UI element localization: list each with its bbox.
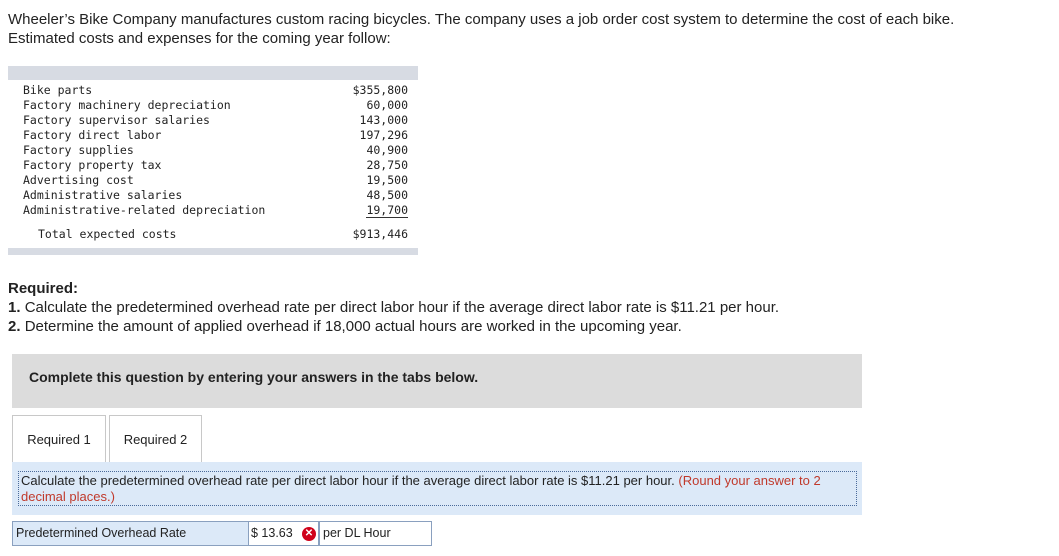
required-item-number: 2. [8, 318, 21, 335]
required-item-number: 1. [8, 299, 21, 316]
cost-value: 48,500 [366, 188, 408, 202]
cost-label: Administrative-related depreciation [23, 203, 266, 217]
instructions-banner: Complete this question by entering your … [12, 354, 862, 408]
cost-value: 28,750 [366, 158, 408, 172]
cost-value: 197,296 [359, 128, 408, 142]
cost-label: Factory machinery depreciation [23, 98, 231, 112]
tab-required-2[interactable]: Required 2 [109, 415, 202, 463]
cost-value: 40,900 [366, 143, 408, 157]
overhead-rate-input[interactable]: $ 13.63 ✕ [249, 521, 319, 546]
problem-intro: Wheeler’s Bike Company manufactures cust… [8, 11, 955, 47]
cost-label: Advertising cost [23, 173, 134, 187]
cost-label: Factory supervisor salaries [23, 113, 210, 127]
cost-label: Factory direct labor [23, 128, 162, 142]
cost-table: Bike parts $355,800 Factory machinery depr… [8, 66, 418, 255]
cost-row: Advertising cost 19,500 [8, 173, 418, 188]
required-item-text: Determine the amount of applied overhead… [24, 318, 682, 335]
answer-unit: per DL Hour [319, 521, 432, 546]
cost-row: Administrative salaries 48,500 [8, 188, 418, 203]
cost-label: Factory property tax [23, 158, 162, 172]
required-item-2: 2. Determine the amount of applied overh… [8, 317, 779, 336]
instruction-text: Calculate the predetermined overhead rat… [21, 473, 675, 488]
tab-instruction-panel: Calculate the predetermined overhead rat… [12, 462, 862, 515]
answer-label: Predetermined Overhead Rate [12, 521, 249, 546]
total-value: $913,446 [352, 227, 408, 241]
total-row: Total expected costs $913,446 [8, 223, 418, 245]
cost-row: Factory supplies 40,900 [8, 143, 418, 158]
required-section: Required: 1. Calculate the predetermined… [8, 279, 779, 336]
tab-instruction-text: Calculate the predetermined overhead rat… [18, 471, 857, 506]
cost-row: Factory machinery depreciation 60,000 [8, 98, 418, 113]
cost-label: Administrative salaries [23, 188, 183, 202]
required-item-text: Calculate the predetermined overhead rat… [24, 299, 780, 316]
tab-required-1[interactable]: Required 1 [12, 415, 106, 465]
table-header-band [8, 66, 418, 80]
cost-value: 60,000 [366, 98, 408, 112]
cost-value: $355,800 [352, 83, 408, 97]
cost-row: Factory property tax 28,750 [8, 158, 418, 173]
total-label: Total expected costs [38, 227, 177, 241]
cost-row: Factory direct labor 197,296 [8, 128, 418, 143]
cost-row: Bike parts $355,800 [8, 83, 418, 98]
cost-value: 19,700 [366, 203, 408, 218]
cost-row: Factory supervisor salaries 143,000 [8, 113, 418, 128]
cost-rows: Bike parts $355,800 Factory machinery depr… [8, 80, 418, 220]
cost-label: Bike parts [23, 83, 93, 97]
table-footer-band [8, 248, 418, 255]
required-item-1: 1. Calculate the predetermined overhead … [8, 298, 779, 317]
overhead-rate-value: $ 13.63 [251, 526, 293, 540]
cost-value: 19,500 [366, 173, 408, 187]
cost-value: 143,000 [359, 113, 408, 127]
instructions-banner-text: Complete this question by entering your … [29, 369, 479, 385]
cost-label: Factory supplies [23, 143, 134, 157]
x-circle-icon: ✕ [302, 527, 316, 541]
required-heading: Required: [8, 280, 79, 297]
cost-row: Administrative-related depreciation 19,70… [8, 203, 418, 218]
